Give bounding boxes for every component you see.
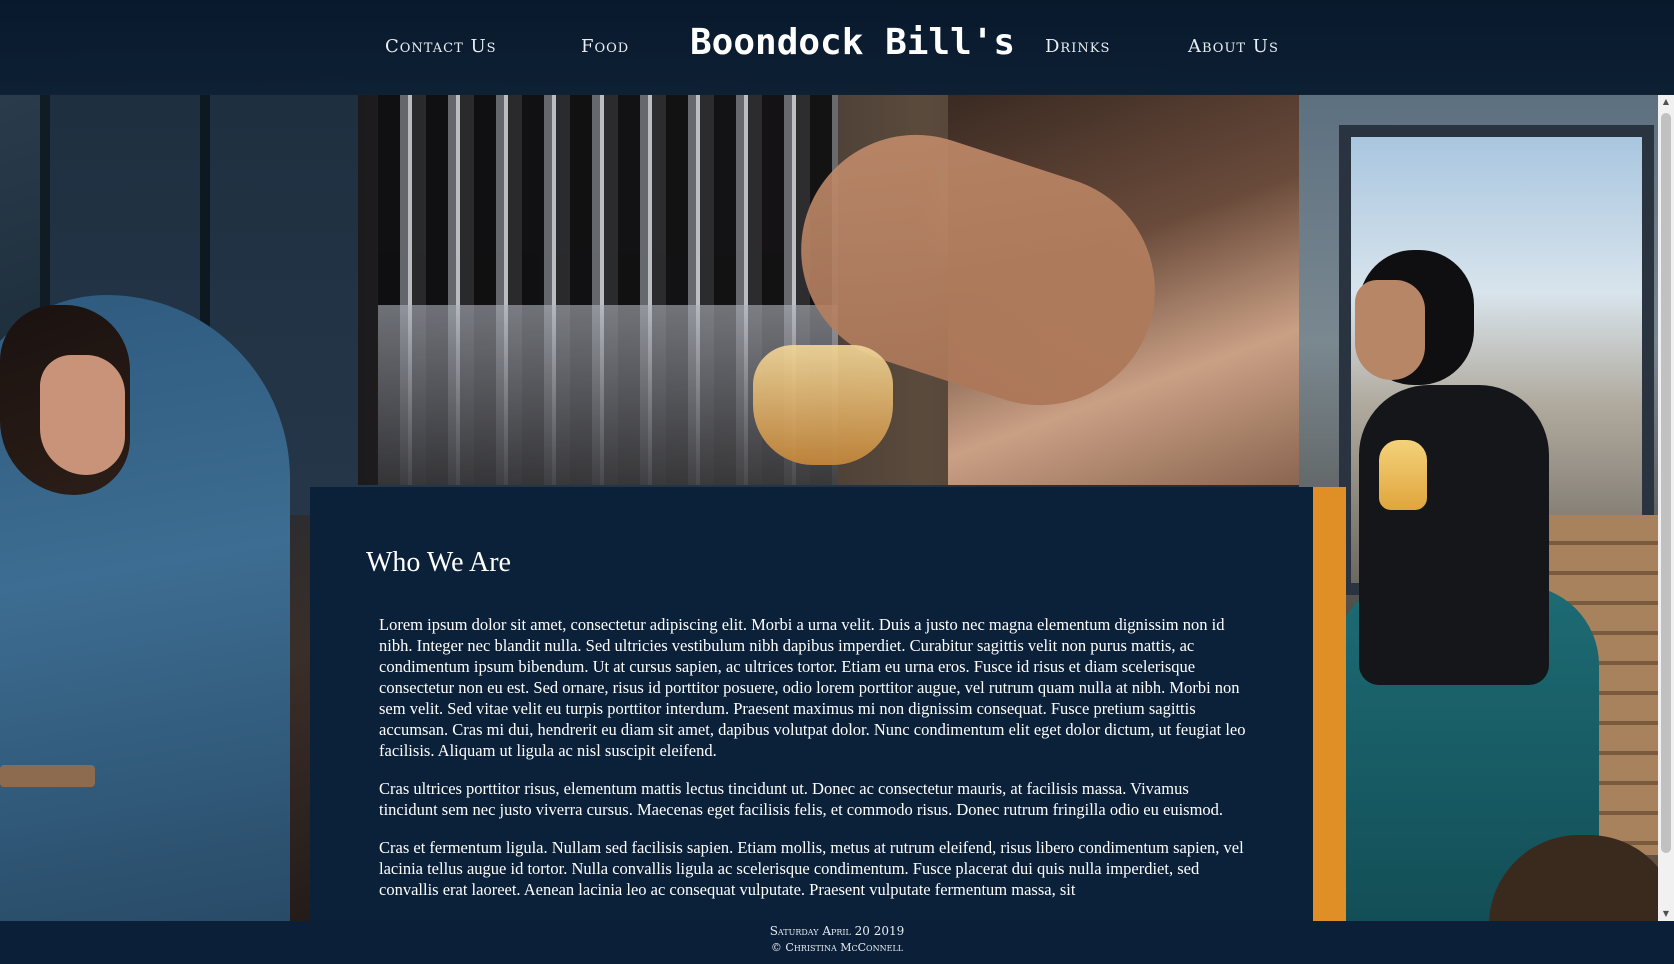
person-right-top — [1359, 385, 1549, 685]
site-header: Contact Us Food Boondock Bill's Drinks A… — [0, 0, 1674, 95]
nav-drinks[interactable]: Drinks — [1045, 36, 1110, 57]
section-body: Lorem ipsum dolor sit amet, consectetur … — [379, 614, 1249, 917]
person-right-face — [1355, 280, 1425, 380]
footer-date: Saturday April 20 2019 — [769, 924, 905, 938]
content-panel: Who We Are Lorem ipsum dolor sit amet, c… — [310, 487, 1313, 921]
beer-glass — [1379, 440, 1427, 510]
section-title: Who We Are — [366, 547, 511, 578]
site-footer: Saturday April 20 2019 © Christina McCon… — [0, 921, 1674, 964]
brand-logo[interactable]: Boondock Bill's — [690, 22, 1015, 63]
paragraph-2: Cras ultrices porttitor risus, elementum… — [379, 779, 1224, 819]
chair-back — [0, 765, 95, 787]
page-scrollbar[interactable]: ▲ ▼ — [1658, 95, 1674, 921]
scroll-down-arrow-icon[interactable]: ▼ — [1658, 907, 1674, 921]
person-left-face — [40, 355, 125, 475]
footer-copyright: © Christina McConnell — [770, 941, 904, 954]
scroll-thumb[interactable] — [1661, 113, 1671, 853]
paragraph-3: Cras et fermentum ligula. Nullam sed fac… — [379, 838, 1244, 899]
pint-glass — [753, 345, 893, 465]
nav-about-us[interactable]: About Us — [1188, 36, 1279, 57]
paragraph-1: Lorem ipsum dolor sit amet, consectetur … — [379, 615, 1246, 760]
accent-bar — [1313, 487, 1346, 921]
hero-image — [358, 95, 1299, 485]
left-side-photo — [0, 95, 358, 921]
nav-contact-us[interactable]: Contact Us — [385, 36, 497, 57]
nav-food[interactable]: Food — [581, 36, 629, 57]
scroll-up-arrow-icon[interactable]: ▲ — [1658, 95, 1674, 109]
right-side-photo — [1299, 95, 1674, 921]
